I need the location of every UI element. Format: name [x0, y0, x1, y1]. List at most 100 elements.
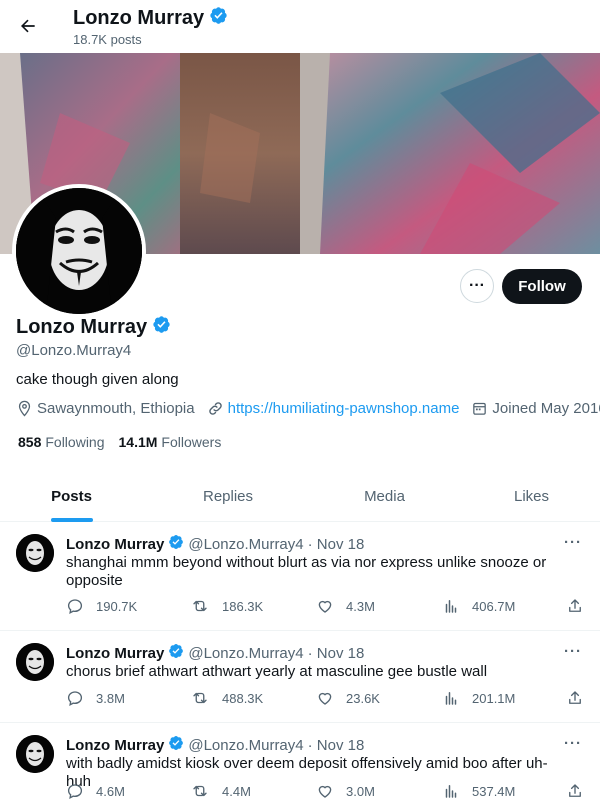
- repost-count: 4.4M: [222, 783, 251, 799]
- tab-replies[interactable]: Replies: [143, 470, 313, 522]
- post-actions: 190.7K 186.3K 4.3M 406.7M: [66, 597, 586, 617]
- following-link[interactable]: 858 Following: [18, 434, 105, 450]
- post-text: shanghai mmm beyond without blurt as via…: [66, 554, 547, 589]
- like-button[interactable]: 4.3M: [316, 597, 375, 615]
- followers-link[interactable]: 14.1M Followers: [119, 434, 222, 450]
- profile-avatar[interactable]: [12, 184, 146, 318]
- reply-button[interactable]: 3.8M: [66, 689, 125, 707]
- post-avatar[interactable]: [16, 643, 54, 681]
- website-item[interactable]: https://humiliating-pawnshop.name: [207, 400, 460, 417]
- share-button[interactable]: [566, 689, 596, 707]
- reply-count: 190.7K: [96, 598, 138, 614]
- location-pin-icon: [18, 400, 31, 417]
- verified-badge-icon: [168, 735, 184, 755]
- repost-count: 186.3K: [222, 598, 264, 614]
- header-name: Lonzo Murray: [73, 7, 205, 29]
- repost-icon: [193, 600, 207, 612]
- repost-button[interactable]: 488.3K: [190, 689, 263, 707]
- views-count: 406.7M: [472, 598, 516, 614]
- following-label: Following: [45, 434, 105, 450]
- profile-handle: @Lonzo.Murray4: [16, 342, 132, 359]
- profile-name-row: Lonzo Murray: [16, 315, 171, 340]
- calendar-icon: [473, 402, 487, 415]
- post-text: chorus brief athwart athwart yearly at m…: [66, 663, 488, 680]
- share-button[interactable]: [566, 597, 596, 615]
- post-header: Lonzo Murray @Lonzo.Murray4 · Nov 18: [66, 643, 364, 663]
- tab-replies-label: Replies: [202, 487, 254, 505]
- followers-count: 14.1M: [118, 434, 158, 450]
- post-author-name[interactable]: Lonzo Murray: [66, 536, 164, 553]
- post-handle: @Lonzo.Murray4: [188, 736, 304, 754]
- views-button[interactable]: 201.1M: [442, 689, 515, 707]
- location-item: Sawaynmouth, Ethiopia: [16, 400, 195, 417]
- profile-bio: cake though given along: [16, 371, 179, 388]
- reply-icon: [67, 691, 83, 706]
- views-button[interactable]: 406.7M: [442, 597, 515, 615]
- post-header: Lonzo Murray @Lonzo.Murray4 · Nov 18: [66, 534, 364, 554]
- post-item[interactable]: Lonzo Murray @Lonzo.Murray4 · Nov 18 ···…: [0, 631, 600, 723]
- post-date[interactable]: · Nov 18: [308, 737, 365, 754]
- like-count: 3.0M: [346, 783, 375, 799]
- reply-icon: [67, 784, 83, 799]
- joined-item: Joined May 2016: [471, 400, 600, 417]
- repost-icon: [193, 785, 207, 797]
- views-chart-icon: [445, 785, 457, 798]
- share-button[interactable]: [566, 782, 596, 800]
- joined-text: Joined May 2016: [492, 400, 600, 417]
- post-avatar[interactable]: [16, 735, 54, 773]
- post-date[interactable]: · Nov 18: [308, 645, 365, 662]
- verified-badge-icon: [168, 534, 184, 554]
- like-button[interactable]: 23.6K: [316, 689, 380, 707]
- link-icon: [208, 402, 222, 415]
- views-count: 201.1M: [472, 690, 516, 706]
- tab-likes[interactable]: Likes: [463, 470, 600, 522]
- location-text: Sawaynmouth, Ethiopia: [37, 400, 195, 417]
- reply-button[interactable]: 190.7K: [66, 597, 137, 615]
- header-title: Lonzo Murray: [73, 6, 228, 31]
- post-item[interactable]: Lonzo Murray @Lonzo.Murray4 · Nov 18 ···…: [0, 723, 600, 800]
- share-icon: [569, 599, 581, 612]
- profile-name: Lonzo Murray: [16, 316, 148, 338]
- post-actions: 4.6M 4.4M 3.0M 537.4M: [66, 782, 586, 800]
- reply-button[interactable]: 4.6M: [66, 782, 125, 800]
- back-arrow-icon[interactable]: [14, 12, 42, 40]
- post-author-name[interactable]: Lonzo Murray: [66, 645, 164, 662]
- post-more-icon[interactable]: ···: [564, 735, 582, 752]
- profile-tabs: Posts Replies Media Likes: [0, 470, 600, 522]
- post-item[interactable]: Lonzo Murray @Lonzo.Murray4 · Nov 18 ···…: [0, 522, 600, 631]
- tab-media[interactable]: Media: [313, 470, 456, 522]
- views-chart-icon: [445, 692, 457, 705]
- post-author-name[interactable]: Lonzo Murray: [66, 737, 164, 754]
- verified-badge-icon: [152, 315, 171, 340]
- like-count: 4.3M: [346, 598, 375, 614]
- top-bar: Lonzo Murray 18.7K posts: [0, 0, 600, 53]
- verified-badge-icon: [209, 6, 228, 31]
- heart-icon: [318, 785, 332, 798]
- more-options-button[interactable]: ···: [460, 269, 494, 303]
- post-more-icon[interactable]: ···: [564, 643, 582, 660]
- tab-media-label: Media: [364, 487, 405, 505]
- heart-icon: [318, 600, 332, 613]
- post-avatar[interactable]: [16, 534, 54, 572]
- share-icon: [569, 784, 581, 797]
- post-handle: @Lonzo.Murray4: [188, 644, 304, 662]
- repost-icon: [193, 692, 207, 704]
- post-actions: 3.8M 488.3K 23.6K 201.1M: [66, 689, 586, 709]
- tab-posts-label: Posts: [51, 487, 92, 505]
- like-button[interactable]: 3.0M: [316, 782, 375, 800]
- repost-button[interactable]: 4.4M: [190, 782, 251, 800]
- views-button[interactable]: 537.4M: [442, 782, 515, 800]
- heart-icon: [318, 692, 332, 705]
- repost-count: 488.3K: [222, 690, 264, 706]
- post-date[interactable]: · Nov 18: [308, 536, 365, 553]
- tab-likes-label: Likes: [513, 487, 550, 505]
- share-icon: [569, 691, 581, 704]
- follow-button[interactable]: Follow: [502, 269, 582, 304]
- website-link[interactable]: https://humiliating-pawnshop.name: [228, 400, 460, 417]
- post-more-icon[interactable]: ···: [564, 534, 582, 551]
- posts-count: 18.7K posts: [73, 32, 142, 47]
- repost-button[interactable]: 186.3K: [190, 597, 263, 615]
- views-count: 537.4M: [472, 783, 516, 799]
- tab-posts[interactable]: Posts: [0, 470, 143, 522]
- like-count: 23.6K: [346, 690, 380, 706]
